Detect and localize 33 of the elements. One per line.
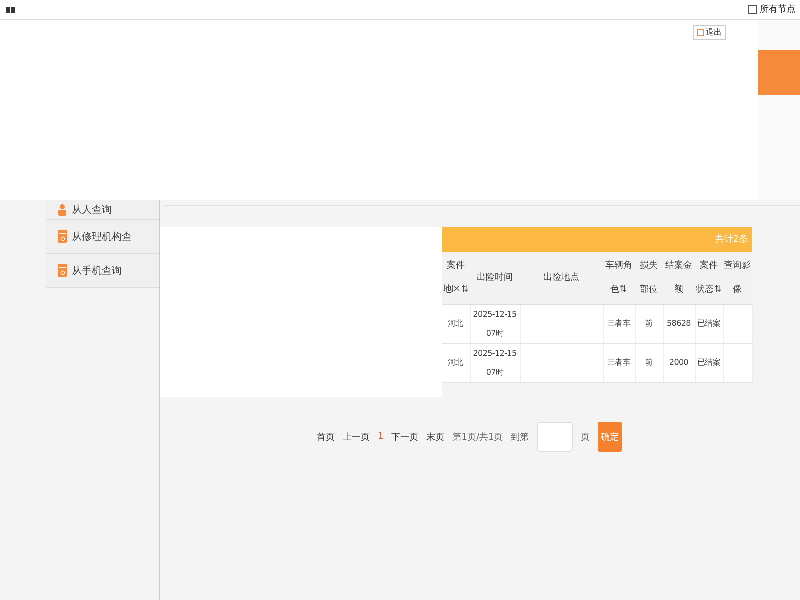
logout-icon xyxy=(697,29,704,36)
sidebar-item[interactable]: 从修理机构查 xyxy=(46,220,159,254)
goto-label: 到第 xyxy=(511,432,530,444)
table-cell: 河北 xyxy=(442,343,470,382)
table-cell: 2025-12-15 07时 xyxy=(470,343,520,382)
table-cell: 已结案 xyxy=(695,343,723,382)
document-icon xyxy=(58,230,67,243)
last-page-link[interactable]: 末页 xyxy=(426,430,445,444)
table-cell: 前 xyxy=(635,343,663,382)
previous-page-link[interactable]: 上一页 xyxy=(343,430,370,444)
sidebar-item[interactable]: 从人查询 xyxy=(46,200,159,220)
page-unit: 页 xyxy=(581,432,590,444)
logout-button[interactable]: 退出 xyxy=(693,25,726,40)
table-cell: 58628 xyxy=(663,304,695,343)
page-info: 第1页/共1页 xyxy=(452,432,504,444)
table-cell: 前 xyxy=(635,304,663,343)
page-input[interactable] xyxy=(537,422,574,452)
table-cell: 河北 xyxy=(442,304,470,343)
total-count: 共计2条 xyxy=(442,227,752,252)
grid-icon[interactable] xyxy=(6,6,15,12)
table-cell: 2000 xyxy=(663,343,695,382)
person-icon xyxy=(58,204,67,216)
menu-tab[interactable] xyxy=(758,50,800,95)
table-cell: 三者车 xyxy=(603,304,635,343)
table-cell: 三者车 xyxy=(603,343,635,382)
next-page-link[interactable]: 下一页 xyxy=(392,430,419,444)
table-cell: 已结案 xyxy=(695,304,723,343)
current-page-link[interactable]: 1 xyxy=(378,432,384,442)
first-page-link[interactable]: 首页 xyxy=(317,430,335,444)
table-cell: 2025-12-15 07时 xyxy=(470,304,520,343)
sidebar-item[interactable]: 从手机查询 xyxy=(46,254,159,288)
document-icon xyxy=(58,264,67,277)
node-filter-checkbox[interactable]: 所有节点 xyxy=(748,3,796,16)
